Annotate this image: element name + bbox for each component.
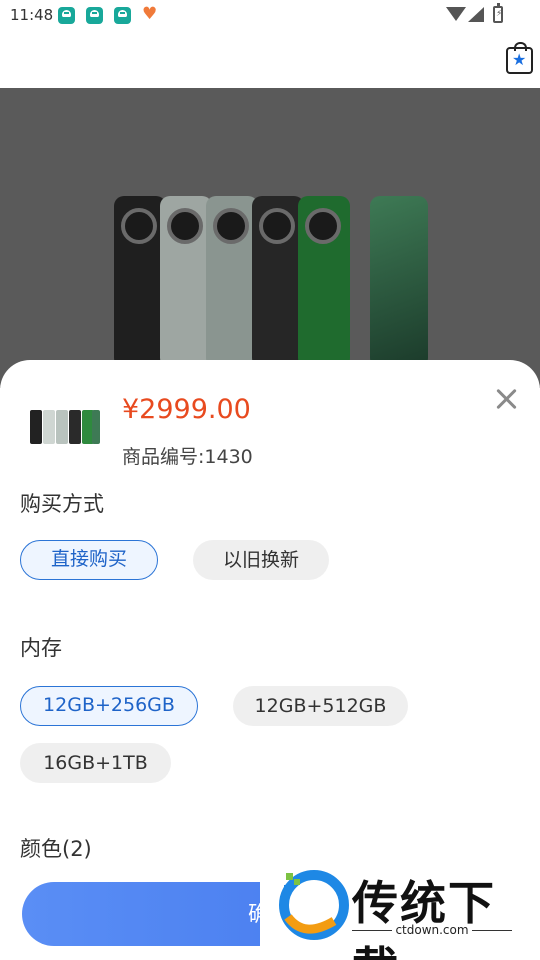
battery-icon: ⚡ bbox=[493, 3, 503, 23]
status-bar: 11:48 ♥ ⚡ bbox=[0, 0, 540, 32]
phone-image bbox=[206, 196, 258, 368]
wifi-icon bbox=[446, 7, 466, 21]
phone-image bbox=[298, 196, 350, 368]
app-notification-icon bbox=[114, 7, 131, 24]
option-direct-buy[interactable]: 直接购买 bbox=[20, 540, 158, 580]
signal-icon bbox=[468, 7, 484, 22]
top-bar: ★ bbox=[0, 32, 540, 88]
product-price: ¥2999.00 bbox=[122, 394, 251, 425]
option-trade-in[interactable]: 以旧换新 bbox=[193, 540, 329, 580]
phone-image bbox=[370, 196, 428, 368]
storage-title: 内存 bbox=[20, 636, 62, 660]
color-title: 颜色(2) bbox=[20, 837, 92, 861]
app-notification-icon bbox=[86, 7, 103, 24]
phone-image bbox=[160, 196, 212, 368]
watermark-logo bbox=[279, 870, 349, 940]
status-time: 11:48 bbox=[10, 6, 54, 24]
phone-image bbox=[252, 196, 304, 368]
watermark-url: ctdown.com bbox=[352, 923, 512, 937]
option-16gb-1tb[interactable]: 16GB+1TB bbox=[20, 743, 171, 783]
watermark: 传统下载 ctdown.com bbox=[260, 857, 540, 960]
product-image bbox=[0, 88, 540, 388]
product-phones-image bbox=[108, 196, 432, 368]
shopping-bag-icon[interactable]: ★ bbox=[506, 42, 533, 74]
phone-image bbox=[114, 196, 166, 368]
product-thumbnail bbox=[28, 402, 100, 450]
heart-icon: ♥ bbox=[142, 4, 158, 24]
close-icon[interactable] bbox=[494, 386, 520, 412]
purchase-method-title: 购买方式 bbox=[20, 492, 104, 516]
watermark-name: 传统下载 bbox=[352, 876, 496, 960]
option-12gb-256gb[interactable]: 12GB+256GB bbox=[20, 686, 198, 726]
option-12gb-512gb[interactable]: 12GB+512GB bbox=[233, 686, 408, 726]
app-notification-icon bbox=[58, 7, 75, 24]
product-sku: 商品编号:1430 bbox=[122, 446, 253, 468]
